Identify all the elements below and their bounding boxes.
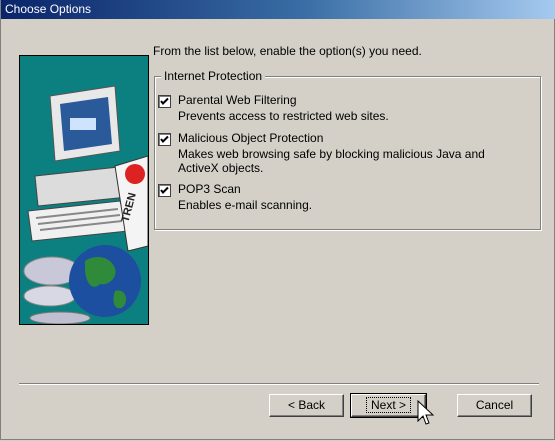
pop3-scan-checkbox[interactable] (158, 184, 171, 197)
cancel-button[interactable]: Cancel (457, 394, 532, 417)
next-button-label: Next > (365, 397, 411, 413)
setup-illustration: TREN (19, 55, 149, 325)
group-legend: Internet Protection (161, 69, 266, 83)
pop3-scan-label[interactable]: POP3 Scan (178, 182, 241, 196)
button-separator (19, 383, 539, 385)
next-button[interactable]: Next > (350, 393, 427, 418)
intro-text: From the list below, enable the option(s… (153, 44, 422, 58)
computer-globe-illustration-icon: TREN (20, 56, 148, 324)
back-button-label: < Back (287, 398, 326, 412)
checkmark-icon (160, 135, 169, 143)
checkmark-icon (160, 186, 169, 194)
malicious-object-protection-description: Makes web browsing safe by blocking mali… (178, 147, 485, 175)
window-title: Choose Options (5, 2, 92, 16)
malicious-object-protection-label[interactable]: Malicious Object Protection (178, 131, 323, 145)
cancel-button-label: Cancel (475, 398, 514, 412)
title-bar[interactable]: Choose Options (1, 0, 555, 19)
parental-web-filtering-description: Prevents access to restricted web sites. (178, 109, 389, 123)
malicious-object-protection-checkbox[interactable] (158, 133, 171, 146)
back-button[interactable]: < Back (269, 394, 344, 417)
parental-web-filtering-checkbox[interactable] (158, 95, 171, 108)
parental-web-filtering-label[interactable]: Parental Web Filtering (178, 93, 297, 107)
dialog-window: Choose Options TREN From the list below,… (0, 0, 555, 440)
mouse-pointer-icon (417, 400, 435, 425)
checkmark-icon (160, 97, 169, 105)
pop3-scan-description: Enables e-mail scanning. (178, 198, 313, 212)
